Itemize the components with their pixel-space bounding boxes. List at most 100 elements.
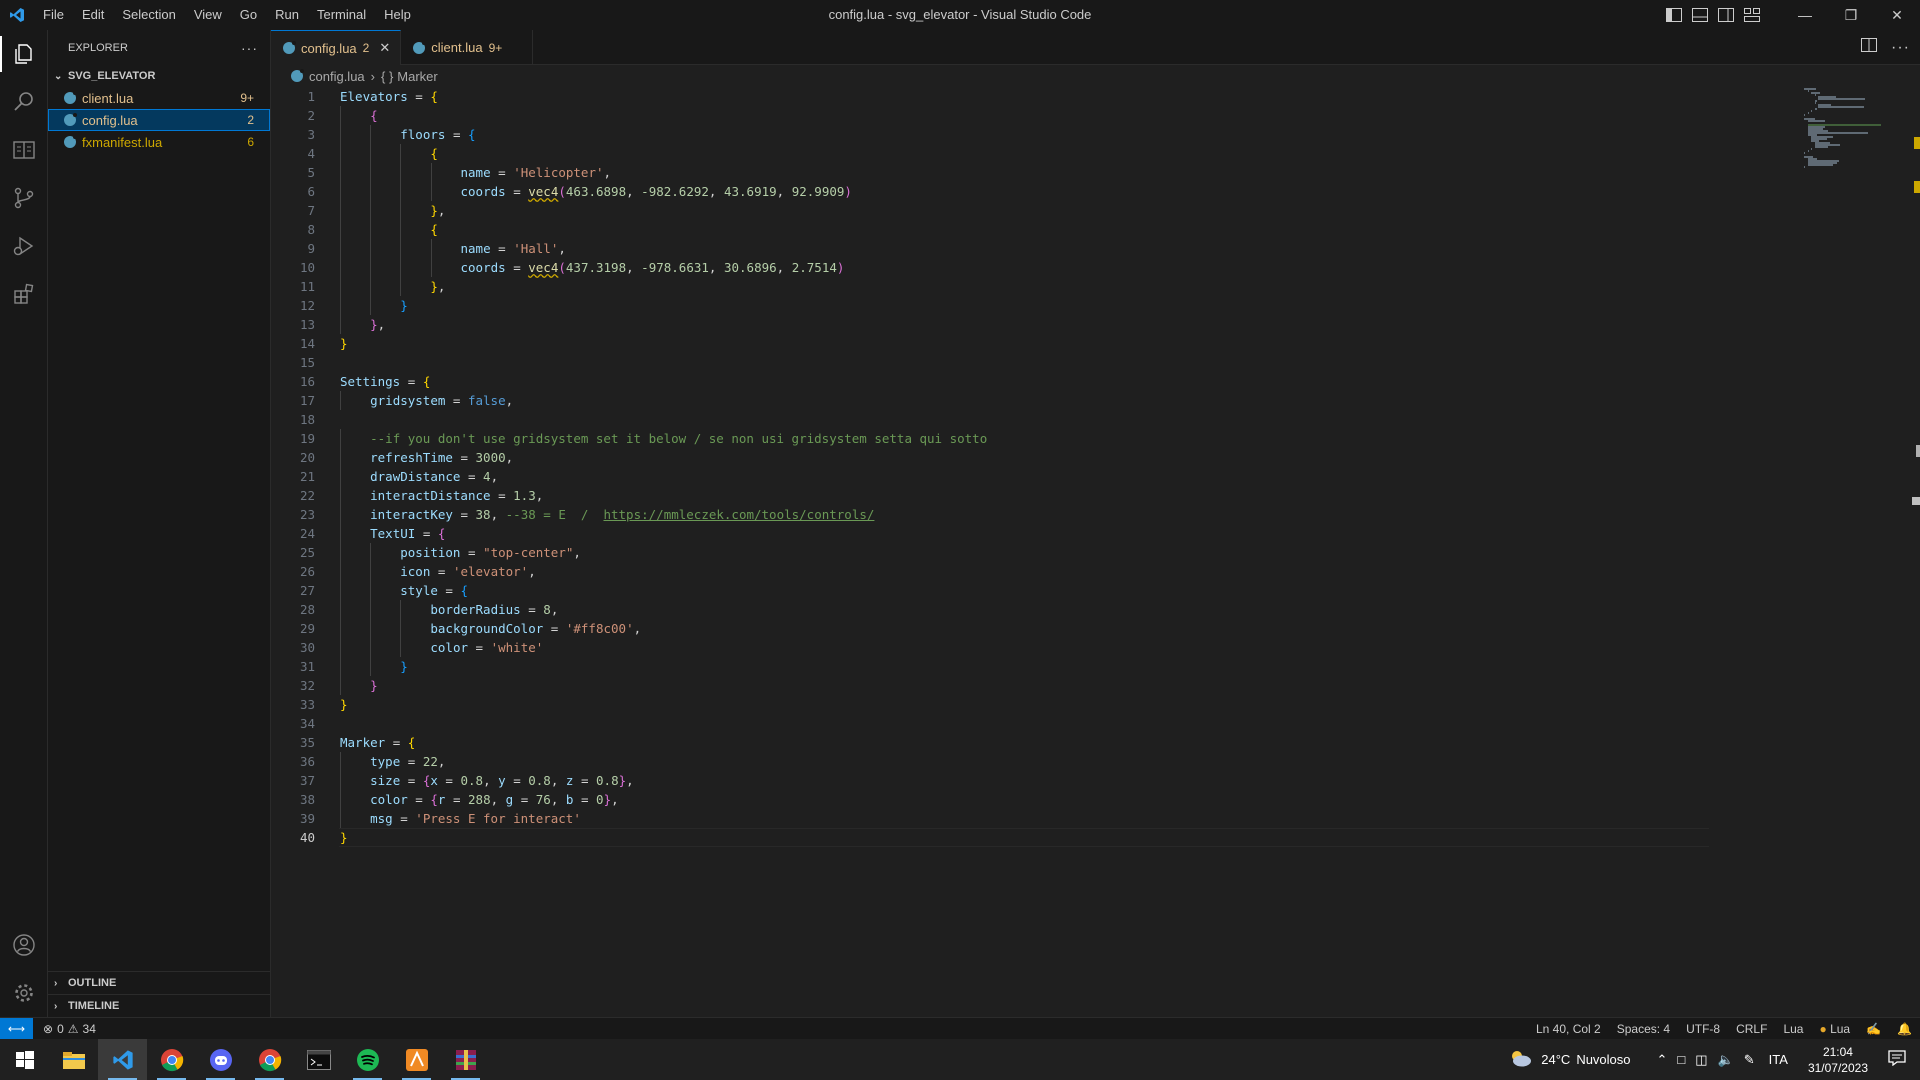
line-text[interactable]: } xyxy=(340,828,348,847)
code-line[interactable]: 36 type = 22, xyxy=(271,752,445,771)
weather-description[interactable]: Nuvoloso xyxy=(1576,1052,1630,1067)
tab-client[interactable]: client.lua 9+ xyxy=(401,30,534,65)
line-text[interactable]: coords = vec4(437.3198, -978.6631, 30.68… xyxy=(340,258,845,277)
customize-layout-icon[interactable] xyxy=(1744,8,1760,22)
code-line[interactable]: 21 drawDistance = 4, xyxy=(271,467,498,486)
line-text[interactable]: size = {x = 0.8, y = 0.8, z = 0.8}, xyxy=(340,771,634,790)
breadcrumb-symbol[interactable]: Marker xyxy=(397,69,437,84)
line-text[interactable]: --if you don't use gridsystem set it bel… xyxy=(340,429,987,448)
toggle-secondary-sidebar-icon[interactable] xyxy=(1718,8,1734,22)
line-ending[interactable]: CRLF xyxy=(1736,1022,1767,1036)
line-text[interactable]: name = 'Hall', xyxy=(340,239,566,258)
chrome-profile-icon[interactable] xyxy=(245,1039,294,1080)
search-icon[interactable] xyxy=(0,78,48,126)
code-line[interactable]: 24 TextUI = { xyxy=(271,524,445,543)
winrar-icon[interactable] xyxy=(441,1039,490,1080)
pen-icon[interactable]: ✎ xyxy=(1744,1052,1755,1068)
folder-header[interactable]: ⌄ SVG_ELEVATOR xyxy=(48,65,270,87)
line-text[interactable]: type = 22, xyxy=(340,752,445,771)
code-line[interactable]: 32 } xyxy=(271,676,378,695)
code-line[interactable]: 27 style = { xyxy=(271,581,468,600)
line-text[interactable]: name = 'Helicopter', xyxy=(340,163,612,182)
more-actions-icon[interactable]: ··· xyxy=(241,40,258,56)
line-text[interactable]: Settings = { xyxy=(340,372,430,391)
line-text[interactable]: } xyxy=(340,657,408,676)
code-line[interactable]: 29 backgroundColor = '#ff8c00', xyxy=(271,619,641,638)
menu-help[interactable]: Help xyxy=(375,0,420,30)
menu-terminal[interactable]: Terminal xyxy=(308,0,375,30)
menu-go[interactable]: Go xyxy=(231,0,266,30)
code-line[interactable]: 9 name = 'Hall', xyxy=(271,239,566,258)
code-line[interactable]: 37 size = {x = 0.8, y = 0.8, z = 0.8}, xyxy=(271,771,634,790)
code-line[interactable]: 14} xyxy=(271,334,348,353)
remote-icon[interactable]: ⟷ xyxy=(0,1017,33,1040)
line-text[interactable]: color = {r = 288, g = 76, b = 0}, xyxy=(340,790,619,809)
run-debug-icon[interactable] xyxy=(0,222,48,270)
restore-button[interactable]: ❐ xyxy=(1828,0,1874,30)
device-icon[interactable]: ◫ xyxy=(1695,1052,1707,1068)
code-line[interactable]: 38 color = {r = 288, g = 76, b = 0}, xyxy=(271,790,619,809)
code-line[interactable]: 25 position = "top-center", xyxy=(271,543,581,562)
close-icon[interactable]: ✕ xyxy=(379,40,390,56)
code-line[interactable]: 17 gridsystem = false, xyxy=(271,391,513,410)
file-item-config[interactable]: config.lua 2 xyxy=(48,109,270,131)
vscode-taskbar-icon[interactable] xyxy=(98,1039,147,1080)
line-text[interactable]: drawDistance = 4, xyxy=(340,467,498,486)
speaker-icon[interactable]: 🔈 xyxy=(1718,1052,1734,1068)
code-line[interactable]: 30 color = 'white' xyxy=(271,638,543,657)
toggle-panel-icon[interactable] xyxy=(1692,8,1708,22)
line-text[interactable]: TextUI = { xyxy=(340,524,445,543)
toggle-primary-sidebar-icon[interactable] xyxy=(1666,8,1682,22)
source-control-icon[interactable] xyxy=(0,174,48,222)
more-actions-icon[interactable]: ··· xyxy=(1891,39,1910,57)
menu-file[interactable]: File xyxy=(34,0,73,30)
code-line[interactable]: 28 borderRadius = 8, xyxy=(271,600,558,619)
code-line[interactable]: 40} xyxy=(271,828,1709,847)
encoding[interactable]: UTF-8 xyxy=(1686,1022,1720,1036)
network-icon[interactable]: □ xyxy=(1677,1052,1685,1067)
code-line[interactable]: 22 interactDistance = 1.3, xyxy=(271,486,543,505)
extensions-icon[interactable] xyxy=(0,270,48,318)
explorer-icon[interactable] xyxy=(0,30,48,78)
minimize-button[interactable]: — xyxy=(1782,0,1828,30)
terminal-icon[interactable] xyxy=(294,1039,343,1080)
file-item-fxmanifest[interactable]: fxmanifest.lua 6 xyxy=(48,131,270,153)
code-line[interactable]: 12 } xyxy=(271,296,408,315)
outline-section[interactable]: › OUTLINE xyxy=(48,971,270,994)
indentation[interactable]: Spaces: 4 xyxy=(1617,1022,1670,1036)
gear-icon[interactable] xyxy=(0,969,48,1017)
problems-indicator[interactable]: ⊗ 0 ⚠ 34 xyxy=(43,1022,96,1036)
line-text[interactable]: { xyxy=(340,144,438,163)
line-text[interactable]: } xyxy=(340,334,348,353)
code-line[interactable]: 34 xyxy=(271,714,315,733)
code-editor[interactable]: 1 Elevators = {2 {3 floors = {4 {5 name =… xyxy=(271,87,1920,1017)
book-icon[interactable] xyxy=(0,126,48,174)
line-text[interactable]: interactKey = 38, --38 = E / https://mml… xyxy=(340,505,874,524)
menu-selection[interactable]: Selection xyxy=(113,0,184,30)
file-explorer-icon[interactable] xyxy=(49,1039,98,1080)
line-text[interactable]: } xyxy=(340,296,408,315)
menu-run[interactable]: Run xyxy=(266,0,308,30)
line-text[interactable]: } xyxy=(340,695,348,714)
minimap[interactable] xyxy=(1796,87,1906,1017)
code-line[interactable]: 33} xyxy=(271,695,348,714)
app-orange-icon[interactable] xyxy=(392,1039,441,1080)
line-text[interactable]: position = "top-center", xyxy=(340,543,581,562)
start-button[interactable] xyxy=(0,1039,49,1080)
code-line[interactable]: 15 xyxy=(271,353,315,372)
line-text[interactable]: }, xyxy=(340,277,445,296)
code-line[interactable]: 4 { xyxy=(271,144,438,163)
line-text[interactable]: color = 'white' xyxy=(340,638,543,657)
code-line[interactable]: 10 coords = vec4(437.3198, -978.6631, 30… xyxy=(271,258,844,277)
cursor-position[interactable]: Ln 40, Col 2 xyxy=(1536,1022,1601,1036)
feedback-icon[interactable]: ✍ xyxy=(1866,1022,1881,1036)
line-text[interactable]: msg = 'Press E for interact' xyxy=(340,809,581,828)
tab-config[interactable]: config.lua 2 ✕ xyxy=(271,30,402,65)
accounts-icon[interactable] xyxy=(0,921,48,969)
code-line[interactable]: 26 icon = 'elevator', xyxy=(271,562,536,581)
code-line[interactable]: 31 } xyxy=(271,657,408,676)
line-text[interactable]: style = { xyxy=(340,581,468,600)
line-text[interactable]: gridsystem = false, xyxy=(340,391,513,410)
notifications-icon[interactable]: 🔔 xyxy=(1897,1022,1912,1036)
code-line[interactable]: 2 { xyxy=(271,106,378,125)
